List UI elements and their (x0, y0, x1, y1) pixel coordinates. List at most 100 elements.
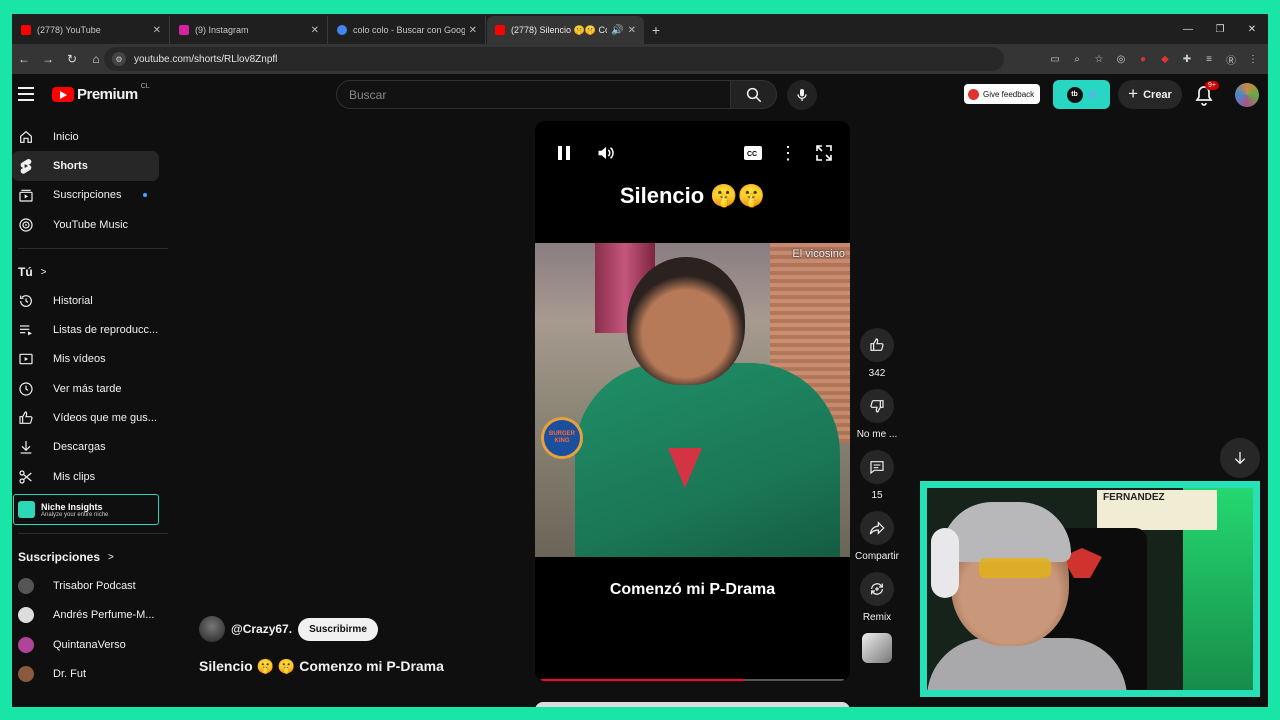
feedback-label: Give feedback (983, 89, 1035, 99)
tab-silencio[interactable]: (2778) Silencio 🤫🤫 Come 🔊 ✕ (487, 16, 644, 44)
sidebar-item-descargas[interactable]: Descargas (12, 433, 159, 462)
close-icon[interactable]: ✕ (628, 25, 636, 36)
comment-count: 15 (871, 490, 883, 501)
profile-icon[interactable]: Ⓡ (1220, 48, 1242, 70)
music-icon (18, 217, 34, 233)
url-field[interactable]: ⚙ youtube.com/shorts/RLlov8Znpfl (104, 47, 1004, 71)
webcam-sign: FERNANDEZ (1097, 490, 1217, 530)
hamburger-menu-icon[interactable] (18, 87, 34, 105)
zoom-icon[interactable]: ⌕ (1066, 48, 1088, 70)
extension-icon[interactable]: ◆ (1154, 48, 1176, 70)
restore-icon[interactable]: ❐ (1204, 14, 1236, 44)
close-window-icon[interactable]: ✕ (1236, 14, 1268, 44)
clock-icon (18, 381, 34, 397)
dislike-label: No me ... (856, 429, 898, 440)
dislike-button[interactable]: No me ... (852, 389, 902, 440)
captions-icon[interactable]: CC (741, 141, 765, 165)
channel-avatar[interactable] (199, 616, 225, 642)
account-avatar[interactable] (1235, 83, 1259, 107)
tab-title: colo colo - Buscar con Google (353, 25, 465, 35)
channel-name[interactable]: @Crazy67. (231, 622, 292, 636)
pause-icon[interactable] (552, 141, 576, 165)
streamer-glasses (979, 558, 1051, 578)
create-button[interactable]: + Crear (1118, 80, 1182, 109)
channel-info: @Crazy67. Suscribirme (199, 616, 378, 642)
search-input[interactable]: Buscar (336, 80, 732, 109)
back-icon[interactable]: ← (12, 47, 36, 71)
window-controls: — ❐ ✕ (1172, 14, 1268, 44)
video-caption: Comenzó mi P-Drama (609, 581, 776, 598)
sidebar-sub-quintanaverso[interactable]: QuintanaVerso (12, 630, 159, 659)
voice-search-button[interactable] (787, 80, 817, 110)
menu-dots-icon[interactable]: ⋮ (1242, 48, 1264, 70)
sidebar-item-youtube-music[interactable]: YouTube Music (12, 210, 159, 239)
extension-icon[interactable]: ◎ (1110, 48, 1132, 70)
share-button[interactable]: Compartir (852, 511, 902, 562)
section-you-heading[interactable]: Tú > (12, 258, 172, 286)
next-short-button[interactable] (1220, 438, 1260, 478)
fullscreen-icon[interactable] (812, 141, 836, 165)
sidebar-item-label: Shorts (53, 159, 88, 172)
next-short-preview[interactable] (535, 702, 850, 707)
niche-insights-banner[interactable]: Niche Insights Analyze your entire niche (13, 494, 159, 526)
sidebar-item-ver-mas-tarde[interactable]: Ver más tarde (12, 374, 159, 403)
close-icon[interactable]: ✕ (153, 25, 161, 36)
country-code: CL (140, 83, 150, 90)
tab-instagram[interactable]: (9) Instagram ✕ (171, 16, 328, 44)
new-tab-button[interactable]: + (644, 16, 668, 44)
video-progress-bar[interactable] (541, 679, 844, 681)
minimize-icon[interactable]: — (1172, 14, 1204, 44)
close-icon[interactable]: ✕ (311, 25, 319, 36)
like-button[interactable]: 342 (852, 328, 902, 379)
sidebar-item-videos-gustan[interactable]: Vídeos que me gus... (12, 403, 159, 432)
speaker-icon[interactable]: 🔊 (611, 25, 623, 36)
search-button[interactable] (730, 80, 777, 109)
sidebar-item-suscripciones[interactable]: Suscripciones (12, 181, 159, 210)
sidebar-item-mis-videos[interactable]: Mis vídeos (12, 345, 159, 374)
reload-icon[interactable]: ↻ (60, 47, 84, 71)
more-options-icon[interactable]: ⋮ (776, 141, 800, 165)
sidebar-item-label: Andrés Perfume-M... (53, 609, 155, 622)
bookmark-star-icon[interactable]: ☆ (1088, 48, 1110, 70)
sidebar-item-inicio[interactable]: Inicio (12, 122, 159, 151)
sidebar-item-label: Ver más tarde (53, 382, 122, 395)
sidebar-item-historial[interactable]: Historial (12, 286, 159, 315)
remix-button[interactable]: Remix (852, 572, 902, 623)
sidebar-sub-drfut[interactable]: Dr. Fut (12, 659, 159, 688)
like-icon (18, 410, 34, 426)
sidebar-item-mis-clips[interactable]: Mis clips (12, 462, 159, 491)
shorts-icon (18, 158, 34, 174)
youtube-premium-logo[interactable]: Premium CL (52, 83, 150, 103)
sidebar-sub-trisabor[interactable]: Trisabor Podcast (12, 571, 159, 600)
sidebar-item-listas[interactable]: Listas de reproducc... (12, 315, 159, 344)
short-actions: 342 No me ... 15 Compartir Remix (852, 328, 902, 663)
forward-icon[interactable]: → (36, 47, 60, 71)
sidebar-item-label: Inicio (53, 130, 79, 143)
tab-youtube[interactable]: (2778) YouTube ✕ (13, 16, 170, 44)
status-dot (1088, 90, 1097, 99)
comments-button[interactable]: 15 (852, 450, 902, 501)
section-subscriptions-heading[interactable]: Suscripciones > (12, 543, 172, 571)
volume-icon[interactable] (594, 141, 618, 165)
subscribe-button[interactable]: Suscribirme (298, 617, 378, 641)
channel-thumbnail[interactable] (862, 633, 892, 663)
cast-icon[interactable]: ▭ (1044, 48, 1066, 70)
tab-google[interactable]: colo colo - Buscar con Google ✕ (329, 16, 486, 44)
sidebar: Inicio Shorts Suscripciones YouTube Musi… (12, 122, 172, 688)
site-info-icon[interactable]: ⚙ (112, 52, 126, 66)
tubebuddy-button[interactable]: tb (1053, 80, 1110, 109)
give-feedback-button[interactable]: Give feedback (964, 84, 1041, 104)
media-icon[interactable]: ≡ (1198, 48, 1220, 70)
puzzle-icon[interactable]: ✚ (1176, 48, 1198, 70)
sidebar-item-label: YouTube Music (53, 218, 129, 231)
short-title: Silencio 🤫 🤫 Comenzo mi P-Drama (199, 658, 444, 674)
sidebar-item-shorts[interactable]: Shorts (12, 151, 159, 181)
extension-icon[interactable]: ● (1132, 48, 1154, 70)
sidebar-item-label: Suscripciones (53, 189, 122, 202)
remix-label: Remix (862, 612, 892, 623)
close-icon[interactable]: ✕ (469, 25, 477, 36)
like-count: 342 (868, 368, 886, 379)
sidebar-sub-andres[interactable]: Andrés Perfume-M... (12, 601, 159, 630)
thumbs-up-icon (860, 328, 894, 362)
shorts-player[interactable]: CC ⋮ Silencio 🤫🤫 BURGER KING El vicosino… (535, 121, 850, 681)
